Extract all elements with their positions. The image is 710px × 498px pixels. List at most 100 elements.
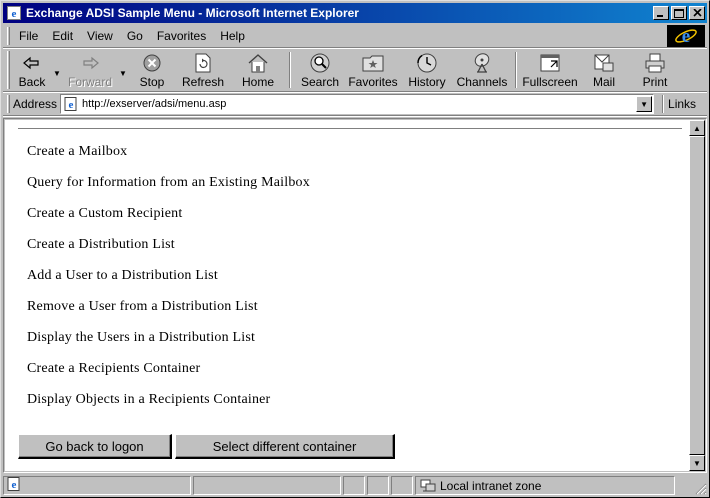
menu-bar: File Edit View Go Favorites Help e (3, 25, 707, 47)
print-button[interactable]: Print (637, 49, 673, 91)
intranet-zone-icon (420, 479, 436, 493)
menu-go[interactable]: Go (121, 29, 151, 43)
search-icon (309, 52, 331, 74)
page-icon: e (63, 96, 79, 112)
search-label: Search (300, 75, 340, 89)
page-content: Create a Mailbox Query for Information f… (5, 120, 690, 471)
address-url[interactable]: http://exserver/adsi/menu.asp (82, 98, 636, 110)
page-status-icon: e (7, 477, 21, 494)
search-button[interactable]: Search (295, 49, 345, 91)
back-button[interactable]: Back (13, 49, 51, 91)
mail-dropdown[interactable] (629, 49, 637, 91)
history-icon (416, 52, 438, 74)
menu-view[interactable]: View (81, 29, 121, 43)
link-create-mailbox[interactable]: Create a Mailbox (27, 143, 310, 174)
dropdown-arrow-icon: ▼ (53, 68, 61, 78)
print-label: Print (642, 75, 668, 89)
resize-grip[interactable] (693, 481, 707, 495)
forward-button[interactable]: Forward (63, 49, 117, 91)
vertical-scrollbar[interactable]: ▲ ▼ (689, 120, 705, 471)
scrollbar-thumb[interactable] (689, 136, 705, 455)
menu-favorites[interactable]: Favorites (151, 29, 214, 43)
scroll-up-button[interactable]: ▲ (689, 120, 705, 136)
standard-toolbar: Back ▼ Forward ▼ Stop Refresh Home Searc… (3, 49, 707, 91)
status-pane-small (343, 476, 365, 495)
home-icon (247, 52, 269, 74)
status-progress-pane (193, 476, 341, 495)
security-zone-pane[interactable]: Local intranet zone (415, 476, 675, 495)
minimize-button[interactable] (653, 6, 669, 20)
mail-icon (593, 52, 615, 74)
dropdown-arrow-icon: ▼ (119, 68, 127, 78)
status-pane-small (367, 476, 389, 495)
minimize-icon (657, 15, 663, 17)
favorites-button[interactable]: Favorites (345, 49, 401, 91)
svg-text:e: e (682, 26, 690, 47)
forward-label: Forward (67, 75, 112, 89)
menubar-grip[interactable] (7, 27, 10, 45)
menu-help[interactable]: Help (214, 29, 253, 43)
menu-edit[interactable]: Edit (46, 29, 81, 43)
refresh-button[interactable]: Refresh (175, 49, 231, 91)
link-create-custom-recipient[interactable]: Create a Custom Recipient (27, 205, 310, 236)
fullscreen-button[interactable]: Fullscreen (521, 49, 579, 91)
title-bar[interactable]: e Exchange ADSI Sample Menu - Microsoft … (3, 3, 707, 23)
link-create-recipients-container[interactable]: Create a Recipients Container (27, 360, 310, 391)
scroll-down-arrow-icon: ▼ (693, 458, 701, 468)
address-input[interactable]: e http://exserver/adsi/menu.asp ▼ (60, 94, 655, 114)
maximize-icon (674, 8, 684, 18)
refresh-label: Refresh (181, 75, 225, 89)
select-container-button[interactable]: Select different container (175, 434, 395, 459)
home-button[interactable]: Home (231, 49, 285, 91)
scroll-up-arrow-icon: ▲ (693, 123, 701, 133)
toolbar-separator (515, 52, 517, 88)
back-dropdown[interactable]: ▼ (51, 49, 63, 91)
maximize-button[interactable] (671, 6, 687, 20)
menu-links-list: Create a Mailbox Query for Information f… (27, 143, 310, 422)
link-remove-user-from-dl[interactable]: Remove a User from a Distribution List (27, 298, 310, 329)
status-pane-small (391, 476, 413, 495)
window-title: Exchange ADSI Sample Menu - Microsoft In… (26, 6, 359, 20)
link-create-distribution-list[interactable]: Create a Distribution List (27, 236, 310, 267)
zone-label: Local intranet zone (440, 478, 542, 493)
status-text-pane: e (3, 476, 191, 495)
forward-dropdown[interactable]: ▼ (117, 49, 129, 91)
links-separator (662, 95, 665, 113)
stop-icon (142, 52, 162, 74)
printer-icon (644, 52, 666, 74)
favorites-label: Favorites (348, 75, 398, 89)
addressbar-separator (3, 115, 707, 117)
ie-app-icon[interactable]: e (6, 5, 22, 21)
link-query-mailbox[interactable]: Query for Information from an Existing M… (27, 174, 310, 205)
history-label: History (408, 75, 446, 89)
back-to-logon-button[interactable]: Go back to logon (18, 434, 172, 459)
mail-button[interactable]: Mail (579, 49, 629, 91)
addressbar-grip[interactable] (7, 95, 10, 113)
history-button[interactable]: History (401, 49, 453, 91)
address-dropdown-button[interactable]: ▼ (636, 96, 653, 112)
stop-button[interactable]: Stop (129, 49, 175, 91)
stop-label: Stop (139, 75, 165, 89)
link-add-user-to-dl[interactable]: Add a User to a Distribution List (27, 267, 310, 298)
toolbar-separator (289, 52, 291, 88)
ie-throbber-logo: e (667, 25, 705, 47)
link-display-container-objects[interactable]: Display Objects in a Recipients Containe… (27, 391, 310, 422)
back-label: Back (18, 75, 46, 89)
address-bar: Address e http://exserver/adsi/menu.asp … (3, 93, 707, 115)
channels-button[interactable]: Channels (453, 49, 511, 91)
status-bar: e Local intranet zone (3, 476, 707, 495)
link-display-dl-users[interactable]: Display the Users in a Distribution List (27, 329, 310, 360)
dropdown-arrow-icon: ▼ (640, 99, 648, 109)
close-button[interactable] (689, 6, 705, 20)
forward-arrow-icon (80, 52, 100, 74)
horizontal-rule (18, 128, 682, 130)
favorites-folder-icon (362, 52, 384, 74)
ie-logo-icon: e (675, 26, 697, 47)
svg-text:e: e (69, 99, 74, 111)
content-frame: Create a Mailbox Query for Information f… (3, 118, 707, 473)
links-toolbar[interactable]: Links (668, 97, 696, 111)
menu-file[interactable]: File (13, 29, 46, 43)
toolbar-grip[interactable] (7, 51, 10, 89)
scroll-down-button[interactable]: ▼ (689, 455, 705, 471)
fullscreen-icon (539, 52, 561, 74)
